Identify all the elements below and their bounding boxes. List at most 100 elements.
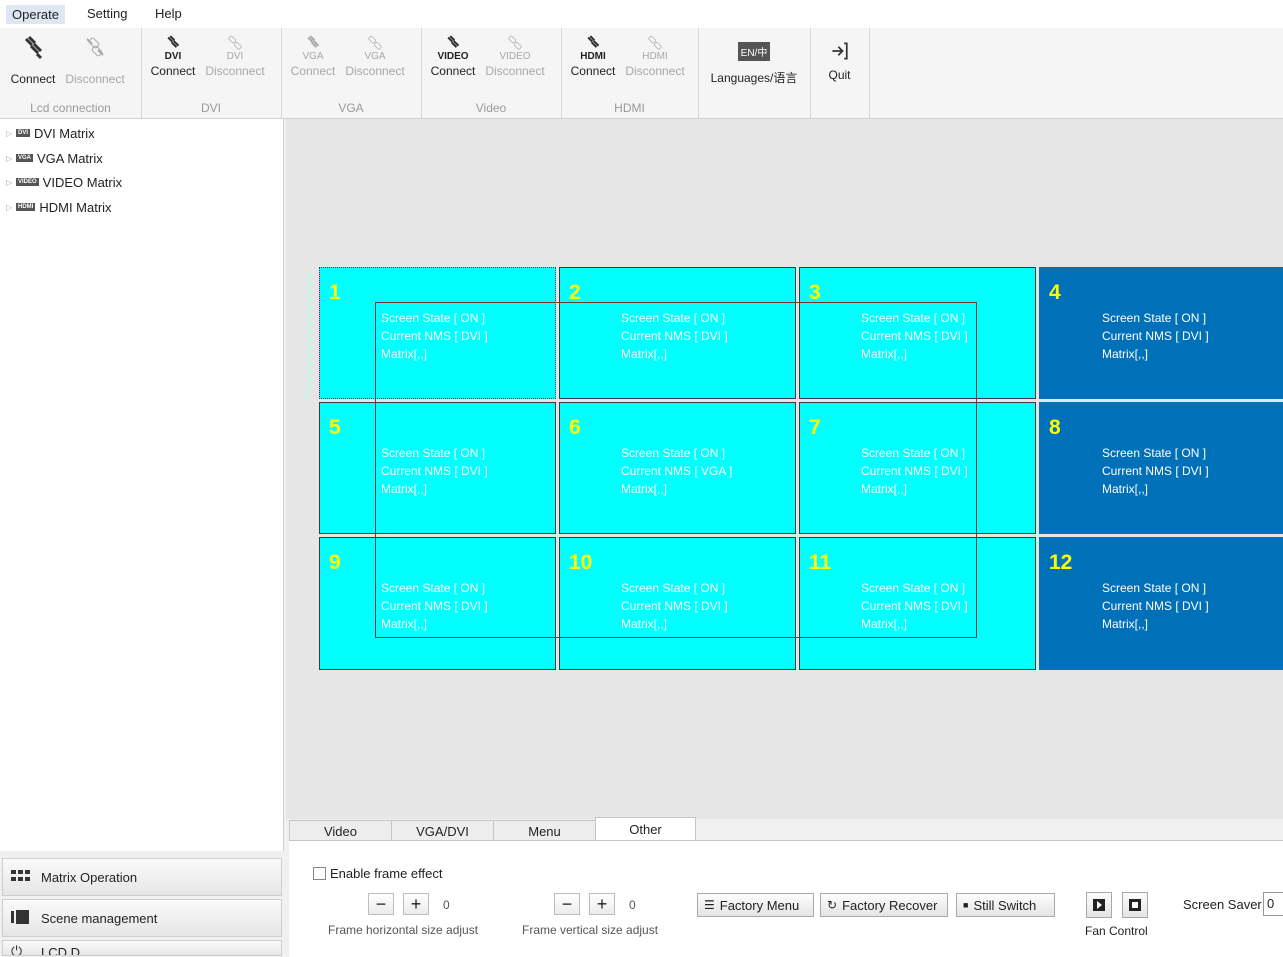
screen-cell-2[interactable]: 2 Screen State [ ON ] Current NMS [ DVI ] M…: [559, 267, 796, 399]
screen-wall-canvas: 1 Screen State [ ON ] Current NMS [ DVI ] M…: [286, 119, 1283, 819]
factory-menu-label: Factory Menu: [719, 897, 800, 913]
tree-item-vga-matrix[interactable]: ▷ VGA VGA Matrix: [6, 148, 103, 168]
screen-number: 8: [1049, 416, 1061, 439]
quit-label: Quit: [828, 68, 851, 82]
screen-state-text: Screen State [ ON ]: [621, 446, 726, 460]
screen-cell-7[interactable]: 7 Screen State [ ON ] Current NMS [ DVI ] M…: [799, 402, 1036, 534]
group-label-lcd: Lcd connection: [30, 101, 111, 115]
expand-arrow-icon[interactable]: ▷: [6, 203, 16, 212]
screen-info: Screen State [ ON ] Current NMS [ DVI ] Ma…: [621, 309, 728, 363]
screen-info: Screen State [ ON ] Current NMS [ DVI ] Ma…: [861, 444, 968, 498]
quit-button[interactable]: Quit: [810, 32, 869, 82]
screen-cell-10[interactable]: 10 Screen State [ ON ] Current NMS [ DVI ]…: [559, 537, 796, 670]
tab-video[interactable]: Video: [289, 820, 392, 841]
lcd-disconnect-button[interactable]: Disconnect: [64, 32, 126, 86]
screen-cell-8[interactable]: 8 Screen State [ ON ] Current NMS [ DVI ] M…: [1039, 402, 1283, 534]
screen-cell-9[interactable]: 9 Screen State [ ON ] Current NMS [ DVI ] M…: [319, 537, 556, 670]
dvi-connect-button[interactable]: DVI Connect: [142, 32, 204, 78]
still-switch-button[interactable]: ■ Still Switch: [956, 893, 1055, 917]
tree-item-label: VGA Matrix: [37, 150, 103, 166]
menu-bar: Operate Setting Help: [0, 0, 1283, 28]
scene-management-button[interactable]: Scene management: [2, 899, 282, 937]
screen-state-text: Screen State [ ON ]: [861, 446, 966, 460]
language-icon-text: EN/中: [737, 42, 771, 61]
screen-matrix-text: Matrix[,,]: [861, 482, 908, 496]
screen-number: 1: [329, 281, 341, 304]
hdmi-connect-button[interactable]: HDMI Connect: [562, 32, 624, 78]
menu-help[interactable]: Help: [155, 6, 182, 21]
menu-setting[interactable]: Setting: [87, 6, 127, 21]
frame-h-label: Frame horizontal size adjust: [328, 923, 479, 937]
plug-connect-icon: [298, 34, 328, 52]
hdmi-disconnect-button[interactable]: HDMI Disconnect: [624, 32, 686, 78]
tree-item-label: HDMI Matrix: [39, 199, 112, 215]
screen-nms-text: Current NMS [ DVI ]: [621, 329, 728, 343]
dvi-disconnect-label: Disconnect: [205, 64, 265, 78]
screen-cell-12[interactable]: 12 Screen State [ ON ] Current NMS [ DVI ]…: [1039, 537, 1283, 670]
screen-state-text: Screen State [ ON ]: [381, 311, 486, 325]
video-badge-icon: VIDEO: [16, 178, 39, 186]
lcd-panel-button[interactable]: ⏻ LCD D...: [2, 940, 282, 956]
frame-h-value: 0: [443, 898, 450, 912]
expand-arrow-icon[interactable]: ▷: [6, 178, 16, 187]
group-quit: Quit: [810, 28, 870, 118]
dvi-disconnect-button[interactable]: DVI Disconnect: [204, 32, 266, 78]
group-dvi: DVI Connect DVI Disconnect DVI: [141, 28, 282, 118]
tab-vga-dvi[interactable]: VGA/DVI: [391, 820, 494, 841]
video-connect-button[interactable]: VIDEO Connect: [422, 32, 484, 78]
expand-arrow-icon[interactable]: ▷: [6, 154, 16, 163]
tree-item-hdmi-matrix[interactable]: ▷ HDMI HDMI Matrix: [6, 197, 112, 217]
screen-nms-text: Current NMS [ DVI ]: [381, 599, 488, 613]
screen-cell-4[interactable]: 4 Screen State [ ON ] Current NMS [ DVI ] M…: [1039, 267, 1283, 399]
menu-operate[interactable]: Operate: [6, 5, 65, 24]
screen-state-text: Screen State [ ON ]: [621, 581, 726, 595]
frame-h-decrease-button[interactable]: −: [368, 893, 394, 915]
dvi-disconnect-sub: DVI: [226, 51, 244, 62]
screen-state-text: Screen State [ ON ]: [621, 311, 726, 325]
tab-menu[interactable]: Menu: [493, 820, 596, 841]
frame-v-decrease-button[interactable]: −: [554, 893, 580, 915]
fan-on-button[interactable]: [1086, 892, 1112, 918]
power-icon: ⏻: [11, 943, 23, 956]
screen-cell-3[interactable]: 3 Screen State [ ON ] Current NMS [ DVI ] M…: [799, 267, 1036, 399]
fan-control-label: Fan Control: [1085, 924, 1148, 938]
screen-cell-1[interactable]: 1 Screen State [ ON ] Current NMS [ DVI ] M…: [319, 267, 556, 399]
screen-matrix-text: Matrix[,,]: [1102, 482, 1149, 496]
expand-arrow-icon[interactable]: ▷: [6, 129, 16, 138]
screen-matrix-text: Matrix[,,]: [1102, 617, 1149, 631]
screen-saver-input[interactable]: 0: [1263, 892, 1283, 916]
frame-h-increase-button[interactable]: +: [403, 893, 429, 915]
matrix-operation-button[interactable]: Matrix Operation: [2, 858, 282, 896]
screen-state-text: Screen State [ ON ]: [381, 446, 486, 460]
lcd-connect-button[interactable]: Connect: [2, 32, 64, 86]
vga-disconnect-button[interactable]: VGA Disconnect: [344, 32, 406, 78]
scene-icon: [11, 909, 31, 927]
screen-state-text: Screen State [ ON ]: [861, 311, 966, 325]
tree-item-dvi-matrix[interactable]: ▷ DVI DVI Matrix: [6, 123, 95, 143]
frame-v-increase-button[interactable]: +: [589, 893, 615, 915]
hdmi-badge-icon: HDMI: [16, 203, 36, 211]
tree-item-video-matrix[interactable]: ▷ VIDEO VIDEO Matrix: [6, 172, 122, 192]
minus-icon: −: [375, 894, 387, 914]
enable-frame-effect-checkbox[interactable]: [313, 867, 326, 880]
tab-other[interactable]: Other: [595, 817, 696, 842]
lcd-disconnect-label: Disconnect: [65, 72, 125, 86]
dvi-connect-label: Connect: [150, 64, 196, 78]
video-disconnect-label: Disconnect: [485, 64, 545, 78]
screen-info: Screen State [ ON ] Current NMS [ DVI ] Ma…: [861, 579, 968, 633]
screen-matrix-text: Matrix[,,]: [1102, 347, 1149, 361]
plug-disconnect-icon: [500, 34, 530, 52]
group-label-video: Video: [475, 101, 507, 115]
factory-recover-button[interactable]: ↻ Factory Recover: [820, 893, 948, 917]
languages-button[interactable]: EN/中 Languages/语言: [702, 32, 806, 86]
screen-cell-5[interactable]: 5 Screen State [ ON ] Current NMS [ DVI ] M…: [319, 402, 556, 534]
vga-connect-button[interactable]: VGA Connect: [282, 32, 344, 78]
video-disconnect-button[interactable]: VIDEO Disconnect: [484, 32, 546, 78]
plug-disconnect-icon: [80, 34, 110, 60]
group-label-vga: VGA: [338, 101, 364, 115]
screen-cell-6[interactable]: 6 Screen State [ ON ] Current NMS [ VGA ] M…: [559, 402, 796, 534]
fan-off-button[interactable]: [1122, 892, 1148, 918]
screen-cell-11[interactable]: 11 Screen State [ ON ] Current NMS [ DVI ]…: [799, 537, 1036, 670]
plug-connect-icon: [438, 34, 468, 52]
factory-menu-button[interactable]: ☰ Factory Menu: [697, 893, 814, 917]
